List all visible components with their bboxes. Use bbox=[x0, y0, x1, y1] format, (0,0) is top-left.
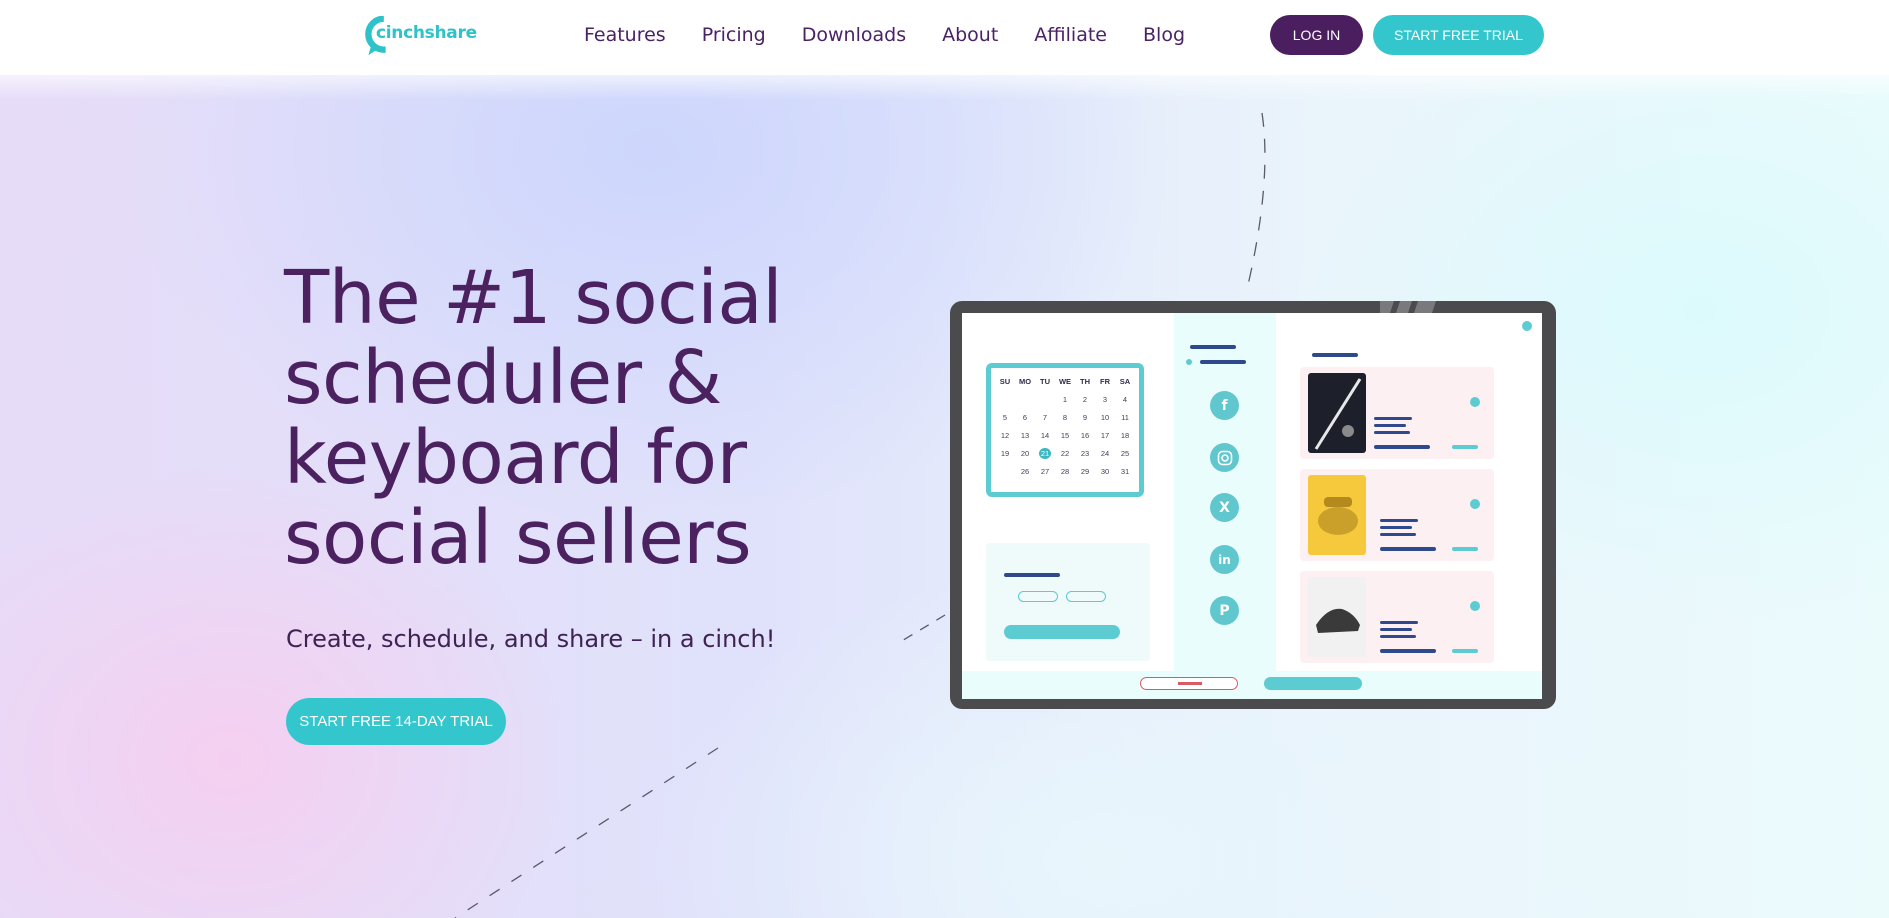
calendar-date: 7 bbox=[1042, 413, 1048, 422]
calendar-date: 12 bbox=[1000, 431, 1010, 440]
pinterest-icon: P bbox=[1210, 596, 1239, 625]
calendar-day-header: WE bbox=[1058, 377, 1072, 386]
mini-calendar: SU MO TU WE TH FR SA 1 2 3 4 5 6 7 8 9 10 11 12 13 14 15 16 17 1… bbox=[986, 363, 1144, 497]
calendar-date: 9 bbox=[1082, 413, 1088, 422]
calendar-date: 31 bbox=[1120, 467, 1130, 476]
nav-downloads[interactable]: Downloads bbox=[802, 24, 906, 46]
calendar-date: 17 bbox=[1100, 431, 1110, 440]
screen-bottombar bbox=[962, 671, 1542, 699]
headline-line: scheduler & bbox=[284, 335, 722, 421]
calendar-panel: SU MO TU WE TH FR SA 1 2 3 4 5 6 7 8 9 10 11 12 13 14 15 16 17 1… bbox=[962, 313, 1174, 673]
app-screen: SU MO TU WE TH FR SA 1 2 3 4 5 6 7 8 9 10 11 12 13 14 15 16 17 1… bbox=[962, 313, 1542, 699]
post-thumbnail-pen bbox=[1308, 373, 1366, 453]
calendar-date: 4 bbox=[1122, 395, 1128, 404]
nav-about[interactable]: About bbox=[942, 24, 998, 46]
calendar-date bbox=[1015, 394, 1035, 405]
post-card bbox=[1300, 367, 1494, 459]
login-button[interactable]: LOG IN bbox=[1270, 15, 1363, 55]
cinchshare-logo[interactable]: cinchshare bbox=[362, 14, 477, 58]
calendar-date: 13 bbox=[1020, 431, 1030, 440]
calendar-date: 23 bbox=[1080, 449, 1090, 458]
post-card bbox=[1300, 571, 1494, 663]
main-nav: Features Pricing Downloads About Affilia… bbox=[584, 24, 1221, 46]
calendar-date: 15 bbox=[1060, 431, 1070, 440]
calendar-date: 26 bbox=[1020, 467, 1030, 476]
headline-line: keyboard for bbox=[284, 415, 747, 501]
nav-affiliate[interactable]: Affiliate bbox=[1034, 24, 1107, 46]
social-networks-panel: f X in P bbox=[1174, 313, 1276, 673]
device-glare bbox=[1380, 301, 1436, 313]
calendar-date: 28 bbox=[1060, 467, 1070, 476]
calendar-date: 19 bbox=[1000, 449, 1010, 458]
calendar-date: 1 bbox=[1062, 395, 1068, 404]
facebook-icon: f bbox=[1210, 391, 1239, 420]
calendar-day-header: SU bbox=[999, 377, 1011, 386]
calendar-date: 25 bbox=[1120, 449, 1130, 458]
site-header: cinchshare Features Pricing Downloads Ab… bbox=[0, 0, 1889, 75]
hero-subheadline: Create, schedule, and share – in a cinch… bbox=[286, 625, 776, 653]
calendar-date: 16 bbox=[1080, 431, 1090, 440]
calendar-date: 22 bbox=[1060, 449, 1070, 458]
scheduled-posts-panel bbox=[1276, 313, 1542, 673]
calendar-grid: SU MO TU WE TH FR SA 1 2 3 4 5 6 7 8 9 10 11 12 13 14 15 16 17 1… bbox=[991, 368, 1139, 477]
calendar-date: 24 bbox=[1100, 449, 1110, 458]
start-free-trial-button[interactable]: START FREE TRIAL bbox=[1373, 15, 1544, 55]
status-dot bbox=[1522, 321, 1532, 331]
calendar-date: 2 bbox=[1082, 395, 1088, 404]
calendar-date: 29 bbox=[1080, 467, 1090, 476]
nav-blog[interactable]: Blog bbox=[1143, 24, 1185, 46]
hero-headline: The #1 social scheduler & keyboard for s… bbox=[284, 258, 844, 578]
compose-card bbox=[986, 543, 1150, 661]
headline-line: social sellers bbox=[284, 495, 752, 581]
calendar-date: 14 bbox=[1040, 431, 1050, 440]
calendar-date: 11 bbox=[1121, 413, 1129, 422]
nav-pricing[interactable]: Pricing bbox=[702, 24, 766, 46]
calendar-day-header: TH bbox=[1080, 377, 1090, 386]
calendar-date: 10 bbox=[1100, 413, 1110, 422]
calendar-date: 8 bbox=[1062, 413, 1068, 422]
nav-features[interactable]: Features bbox=[584, 24, 666, 46]
post-card bbox=[1300, 469, 1494, 561]
post-thumbnail-telephone bbox=[1308, 475, 1366, 555]
calendar-date: 3 bbox=[1102, 395, 1108, 404]
calendar-date bbox=[995, 466, 1015, 477]
instagram-icon bbox=[1210, 443, 1239, 472]
calendar-date: 18 bbox=[1120, 431, 1130, 440]
calendar-day-header: FR bbox=[1100, 377, 1110, 386]
x-icon: X bbox=[1210, 493, 1239, 522]
linkedin-icon: in bbox=[1210, 545, 1239, 574]
calendar-day-header: SA bbox=[1119, 377, 1131, 386]
calendar-date: 30 bbox=[1100, 467, 1110, 476]
calendar-day-header: TU bbox=[1040, 377, 1050, 386]
app-screenshot-illustration: SU MO TU WE TH FR SA 1 2 3 4 5 6 7 8 9 10 11 12 13 14 15 16 17 1… bbox=[950, 301, 1556, 709]
logo-text: cinchshare bbox=[376, 23, 477, 43]
calendar-date: 6 bbox=[1022, 413, 1028, 422]
calendar-date: 27 bbox=[1040, 467, 1050, 476]
calendar-date bbox=[1035, 394, 1055, 405]
post-thumbnail-sneaker bbox=[1308, 577, 1366, 657]
headline-line: The #1 social bbox=[284, 255, 783, 341]
calendar-day-header: MO bbox=[1018, 377, 1032, 386]
calendar-date: 21 bbox=[1039, 448, 1051, 459]
start-14-day-trial-button[interactable]: START FREE 14-DAY TRIAL bbox=[286, 698, 506, 745]
calendar-date: 5 bbox=[1002, 413, 1008, 422]
calendar-date: 20 bbox=[1020, 449, 1030, 458]
calendar-date bbox=[995, 394, 1015, 405]
